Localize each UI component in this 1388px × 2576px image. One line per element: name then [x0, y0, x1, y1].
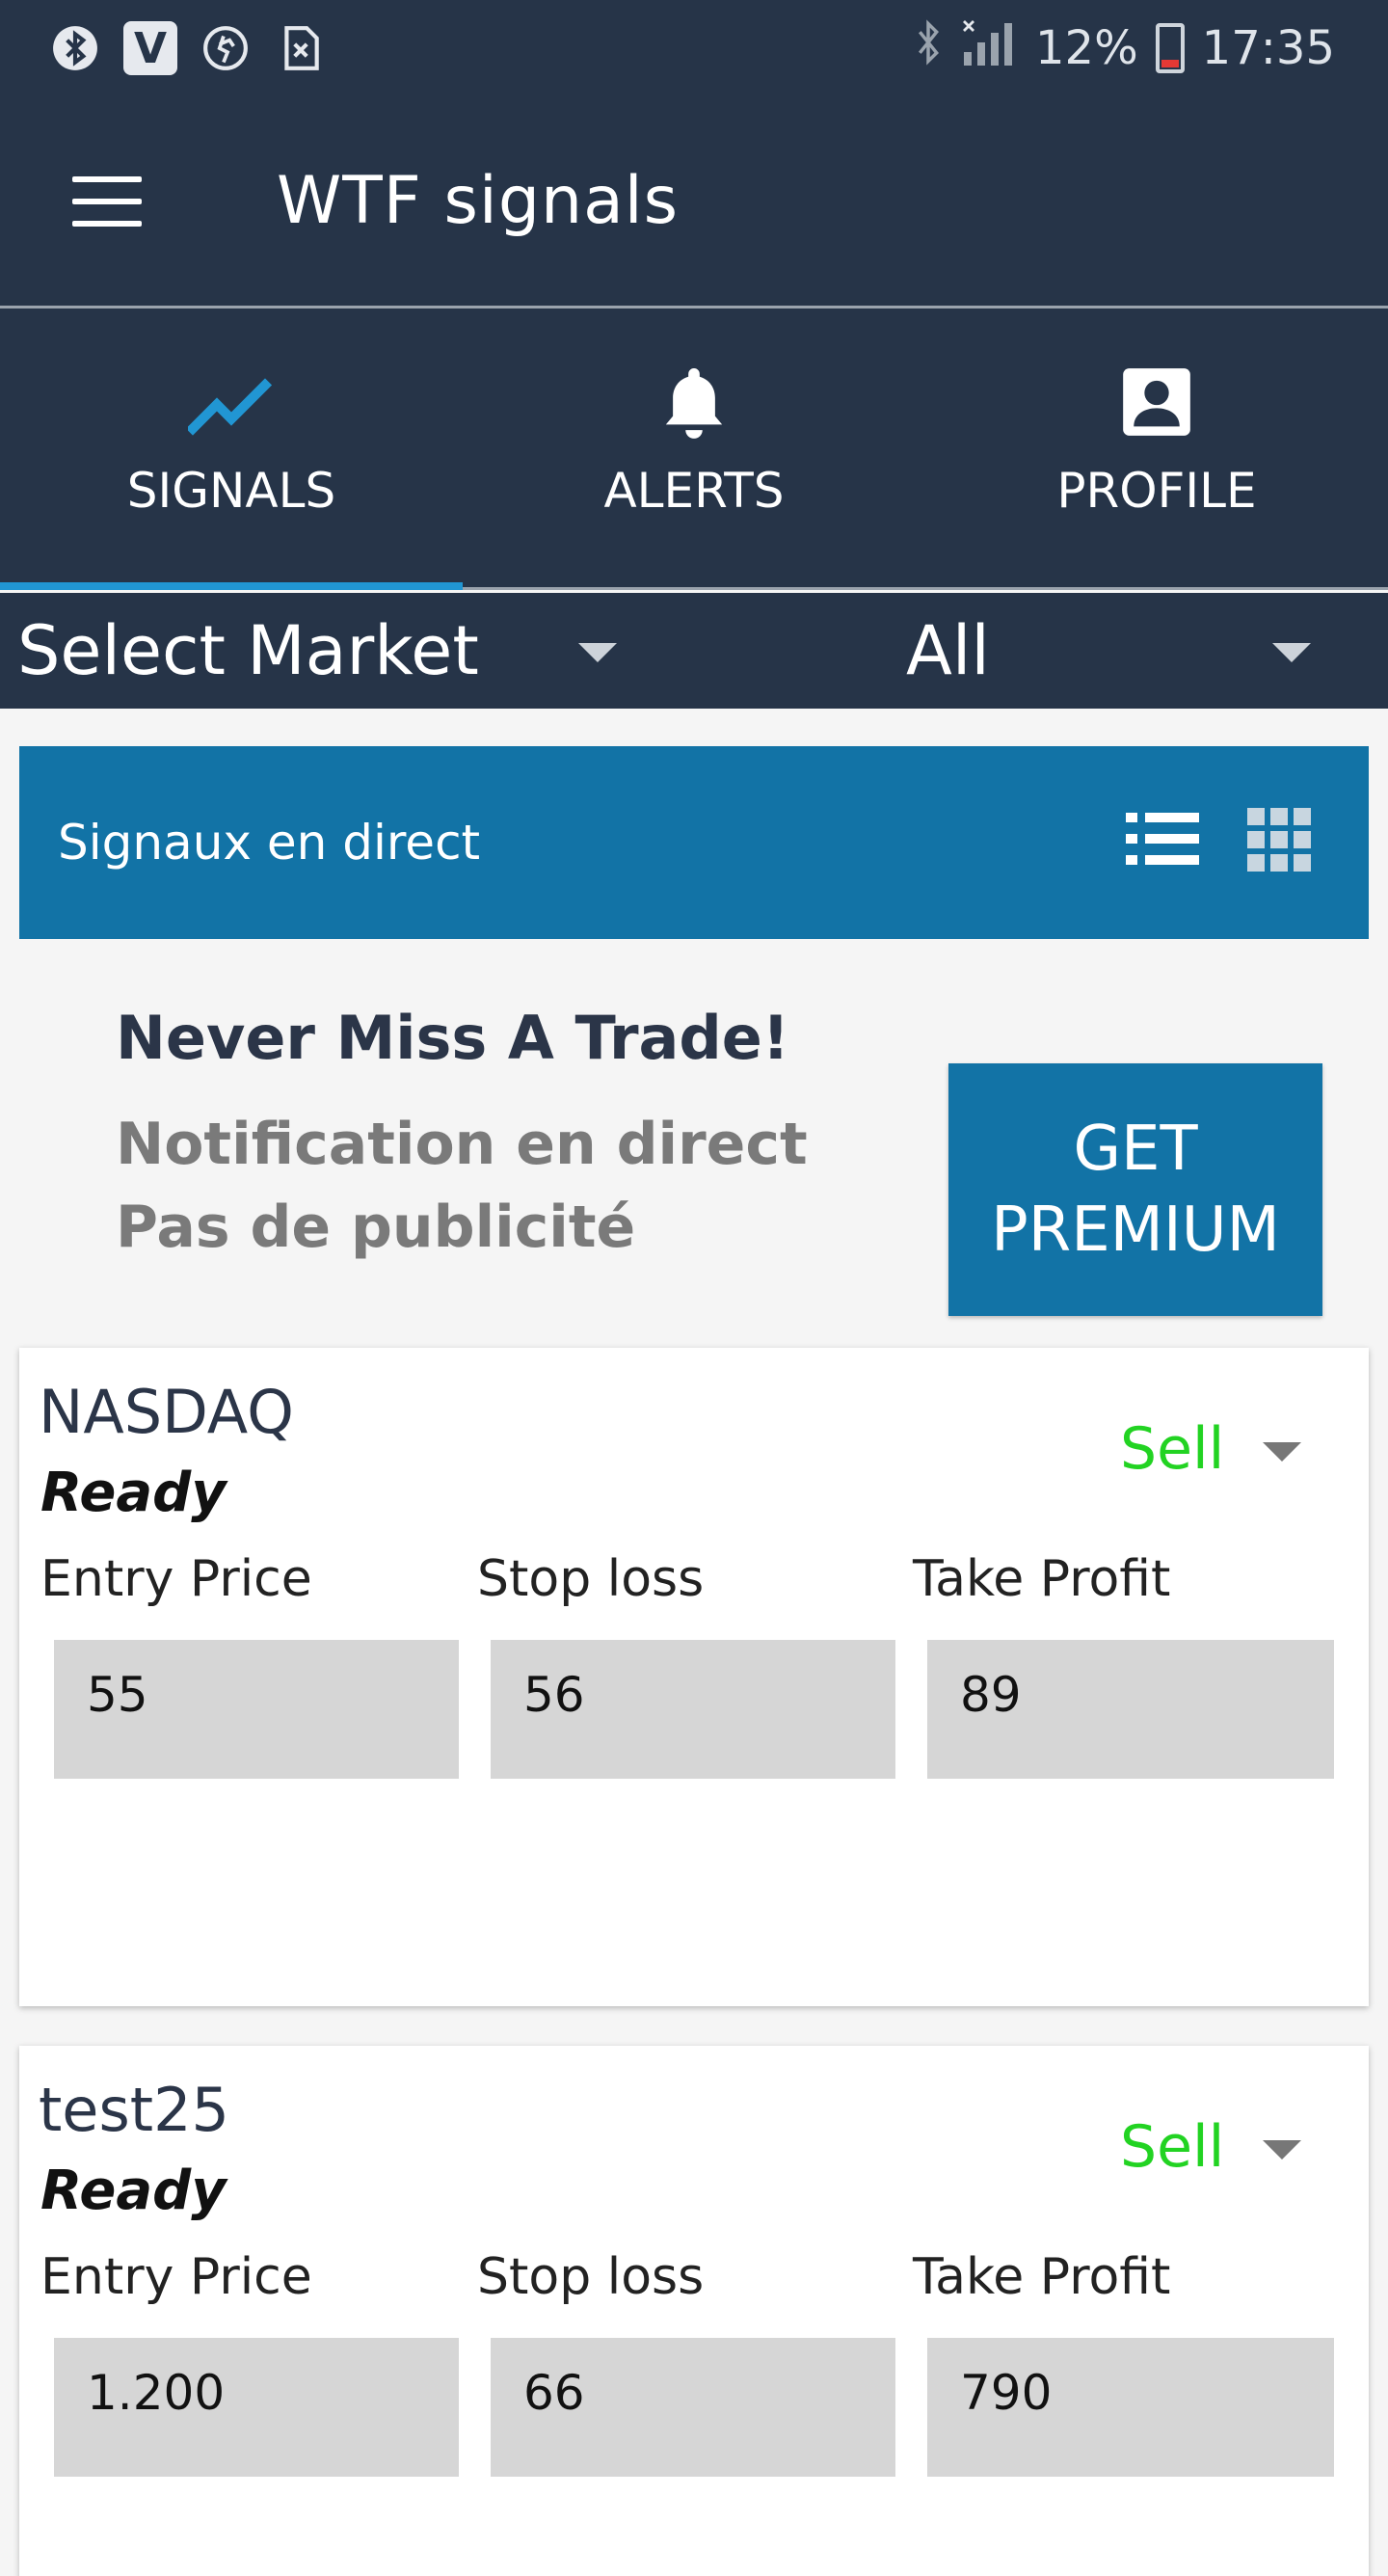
stop-loss-field[interactable]: 66 [491, 2338, 895, 2477]
take-profit-field[interactable]: 89 [927, 1640, 1334, 1779]
clock: 17:35 [1201, 21, 1335, 75]
market-select[interactable]: Select Market [17, 593, 634, 709]
bell-icon [660, 359, 728, 445]
tab-alerts[interactable]: ALERTS [463, 309, 925, 587]
menu-icon[interactable] [72, 175, 142, 227]
get-premium-label-1: GET [1073, 1114, 1198, 1185]
list-view-icon[interactable] [1126, 809, 1199, 874]
promo-line-no-ads: Pas de publicité [116, 1194, 636, 1261]
chevron-down-icon [1272, 643, 1311, 662]
signal-market: NASDAQ [39, 1377, 294, 1447]
bluetooth-icon [48, 21, 102, 75]
entry-price-label: Entry Price [40, 2248, 312, 2306]
tab-bar: SIGNALS ALERTS PROFILE [0, 309, 1388, 590]
sim-missing-icon [274, 21, 328, 75]
stop-loss-label: Stop loss [477, 1550, 705, 1608]
battery-icon [1155, 23, 1185, 73]
promo-line-notifications: Notification en direct [116, 1111, 808, 1178]
tab-alerts-label: ALERTS [603, 463, 785, 519]
premium-promo: Never Miss A Trade! Notification en dire… [0, 964, 1388, 1340]
promo-title: Never Miss A Trade! [116, 1003, 790, 1073]
type-select[interactable]: All [906, 593, 1369, 709]
filter-bar: Select Market All [0, 593, 1388, 709]
signal-market: test25 [39, 2075, 229, 2145]
tab-signals[interactable]: SIGNALS [0, 309, 463, 590]
chevron-down-icon [578, 643, 617, 662]
signal-action[interactable]: Sell [1120, 1415, 1224, 1483]
trending-up-icon [188, 359, 275, 445]
signal-action[interactable]: Sell [1120, 2113, 1224, 2181]
signal-state: Ready [40, 1462, 227, 1524]
status-bar: V 12% 17:35 [0, 0, 1388, 96]
activity-icon [199, 21, 253, 75]
chevron-down-icon[interactable] [1263, 1442, 1301, 1462]
app-title: WTF signals [277, 163, 680, 239]
type-select-value: All [906, 611, 990, 690]
signal-state: Ready [40, 2160, 227, 2222]
live-signals-header: Signaux en direct [19, 746, 1369, 939]
battery-percent: 12% [1034, 21, 1138, 75]
status-left-icons: V [48, 21, 328, 75]
entry-price-label: Entry Price [40, 1550, 312, 1608]
take-profit-label: Take Profit [913, 1550, 1171, 1608]
tab-signals-label: SIGNALS [126, 463, 336, 519]
get-premium-label-2: PREMIUM [991, 1194, 1280, 1266]
bluetooth-status-icon [914, 17, 943, 79]
signal-card: NASDAQ Ready Sell Entry Price Stop loss … [19, 1348, 1369, 2006]
view-toggle [1126, 808, 1311, 875]
profile-icon [1120, 359, 1193, 445]
live-signals-title: Signaux en direct [58, 815, 481, 871]
take-profit-label: Take Profit [913, 2248, 1171, 2306]
tab-profile-label: PROFILE [1056, 463, 1257, 519]
stop-loss-field[interactable]: 56 [491, 1640, 895, 1779]
chevron-down-icon[interactable] [1263, 2140, 1301, 2160]
tab-profile[interactable]: PROFILE [925, 309, 1388, 587]
take-profit-field[interactable]: 790 [927, 2338, 1334, 2477]
stop-loss-label: Stop loss [477, 2248, 705, 2306]
entry-price-field[interactable]: 55 [54, 1640, 459, 1779]
viber-icon: V [123, 21, 177, 75]
app-bar: WTF signals [0, 96, 1388, 309]
entry-price-field[interactable]: 1.200 [54, 2338, 459, 2477]
signal-card: test25 Ready Sell Entry Price Stop loss … [19, 2046, 1369, 2576]
signal-icon [960, 17, 1018, 79]
grid-view-icon[interactable] [1247, 808, 1311, 875]
status-right: 12% 17:35 [914, 17, 1335, 79]
market-select-value: Select Market [17, 611, 479, 690]
get-premium-button[interactable]: GET PREMIUM [948, 1063, 1322, 1316]
